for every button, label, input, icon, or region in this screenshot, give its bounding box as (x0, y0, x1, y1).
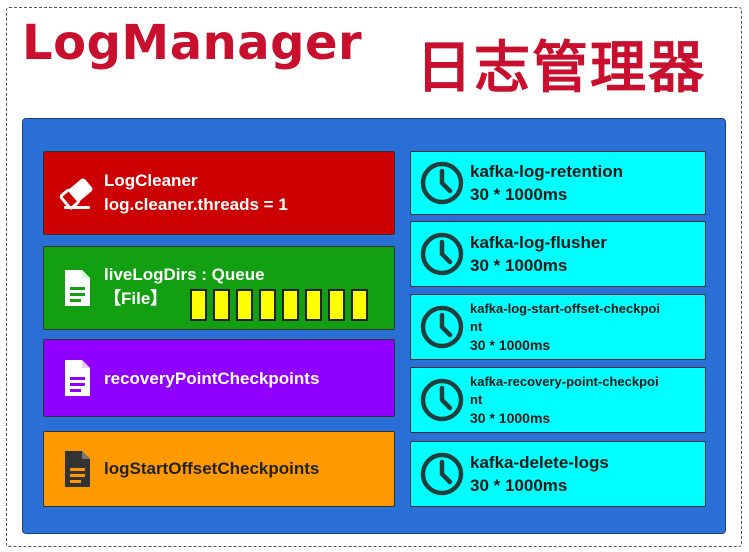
queue-cell (213, 289, 230, 321)
document-icon (65, 360, 90, 396)
task-name-line2: nt (470, 319, 483, 334)
title-english: LogManager (22, 15, 363, 71)
clock-icon (420, 161, 464, 205)
log-cleaner-box: LogCleaner log.cleaner.threads = 1 (43, 151, 395, 235)
title-chinese: 日志管理器 (416, 36, 706, 101)
task-name: kafka-delete-logs (470, 453, 609, 472)
task-kafka-log-flusher: kafka-log-flusher 30 * 1000ms (410, 221, 706, 287)
task-name: kafka-log-retention (470, 162, 624, 181)
recovery-point-checkpoints-box: recoveryPointCheckpoints (43, 339, 395, 417)
log-cleaner-threads: log.cleaner.threads = 1 (104, 195, 288, 214)
queue-cell (236, 289, 253, 321)
task-interval: 30 * 1000ms (470, 410, 551, 426)
clock-icon (420, 232, 464, 276)
log-cleaner-title: LogCleaner (104, 171, 198, 190)
task-kafka-log-start-offset-checkpoint: kafka-log-start-offset-checkpoi nt 30 * … (410, 294, 706, 360)
task-name: kafka-log-flusher (470, 233, 607, 252)
document-icon (65, 451, 90, 487)
task-name-line2: nt (470, 392, 483, 407)
log-start-offset-checkpoints-box: logStartOffsetCheckpoints (43, 431, 395, 507)
file-queue (190, 289, 368, 321)
task-interval: 30 * 1000ms (470, 256, 568, 275)
task-name-line1: kafka-log-start-offset-checkpoi (470, 301, 660, 316)
task-kafka-log-retention: kafka-log-retention 30 * 1000ms (410, 151, 706, 215)
queue-cell (190, 289, 207, 321)
task-kafka-delete-logs: kafka-delete-logs 30 * 1000ms (410, 441, 706, 507)
queue-cell (259, 289, 276, 321)
log-start-offset-checkpoints-label: logStartOffsetCheckpoints (104, 459, 320, 478)
queue-cell (351, 289, 368, 321)
task-kafka-recovery-point-checkpoint: kafka-recovery-point-checkpoi nt 30 * 10… (410, 367, 706, 433)
queue-cell (282, 289, 299, 321)
task-interval: 30 * 1000ms (470, 476, 568, 495)
clock-icon (420, 305, 464, 349)
task-name-line1: kafka-recovery-point-checkpoi (470, 374, 659, 389)
clock-icon (420, 452, 464, 496)
clock-icon (420, 378, 464, 422)
task-interval: 30 * 1000ms (470, 337, 551, 353)
document-icon (65, 270, 90, 306)
live-log-dirs-title: liveLogDirs : Queue (104, 265, 265, 284)
logmanager-board: LogCleaner log.cleaner.threads = 1 liveL… (22, 118, 726, 534)
recovery-point-checkpoints-label: recoveryPointCheckpoints (104, 369, 320, 388)
eraser-icon (59, 178, 93, 210)
task-interval: 30 * 1000ms (470, 185, 568, 204)
queue-cell (305, 289, 322, 321)
queue-cell (328, 289, 345, 321)
live-log-dirs-box: liveLogDirs : Queue 【File】 (43, 246, 395, 330)
